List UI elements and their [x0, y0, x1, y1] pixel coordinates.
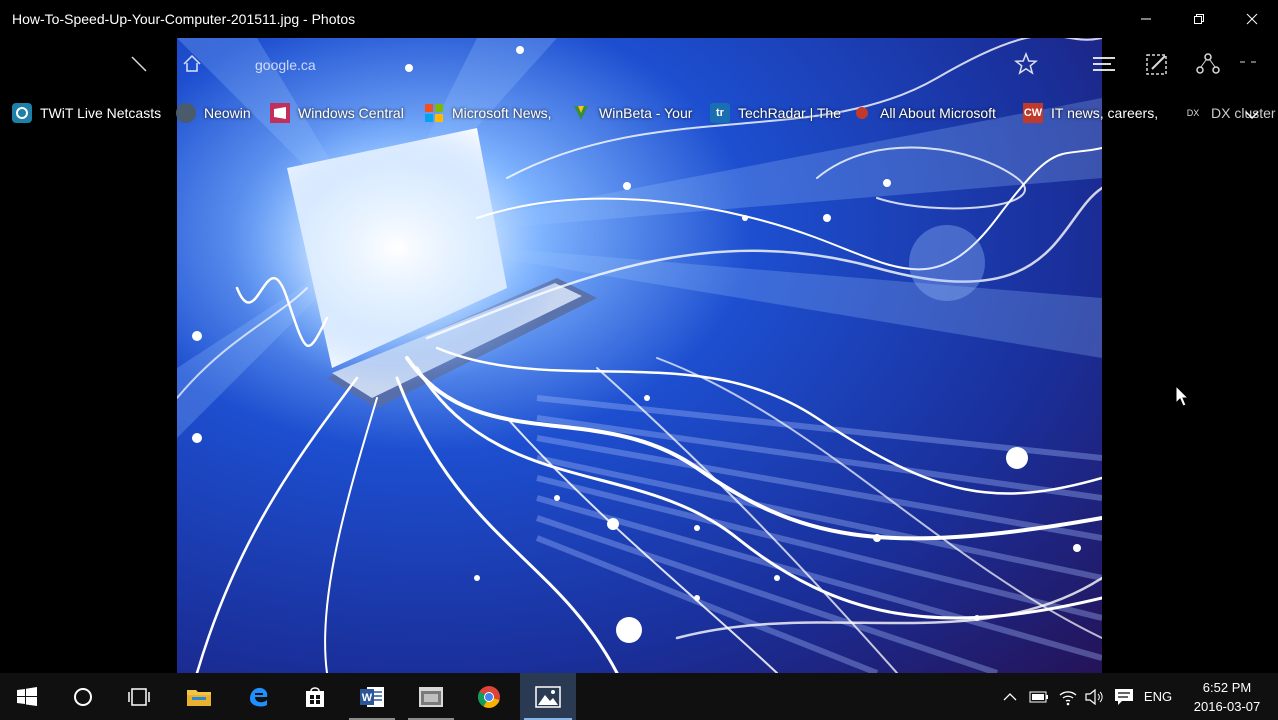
network-button[interactable] [1055, 673, 1081, 720]
chevron-down-icon [1245, 111, 1259, 120]
laptop-network-image [177, 38, 1102, 673]
task-view-button[interactable] [112, 673, 166, 720]
twit-icon [12, 103, 32, 123]
favorite-techradar[interactable]: tr TechRadar | The [710, 98, 841, 128]
word-button[interactable]: W [345, 673, 399, 720]
favorites-overflow-button[interactable] [1244, 100, 1260, 130]
favorite-label: TechRadar | The [738, 105, 841, 121]
favorite-label: IT news, careers, [1051, 105, 1159, 121]
battery-button[interactable] [1026, 673, 1052, 720]
favorite-all-about-microsoft[interactable]: All About Microsoft [852, 98, 996, 128]
photos-button[interactable] [520, 673, 576, 720]
show-hidden-icons-button[interactable] [998, 673, 1022, 720]
taskbar: W ENG 6:52 PM 2016-03-07 [0, 673, 1278, 720]
clock-time: 6:52 PM [1202, 679, 1252, 695]
more-icon[interactable] [1238, 55, 1258, 69]
file-explorer-button[interactable] [172, 673, 226, 720]
favorite-windows-central[interactable]: Windows Central [270, 98, 404, 128]
techradar-icon: tr [710, 103, 730, 123]
cortana-icon [74, 687, 92, 706]
chevron-up-icon [1003, 692, 1017, 700]
action-center-button[interactable] [1110, 673, 1138, 720]
edge-button[interactable] [231, 673, 285, 720]
word-icon: W [360, 686, 384, 707]
favorite-microsoft-news[interactable]: Microsoft News, [424, 98, 552, 128]
store-icon [306, 686, 324, 707]
favorite-label: All About Microsoft [880, 105, 996, 121]
computerworld-icon: CW [1023, 103, 1043, 123]
hub-icon[interactable] [1090, 51, 1118, 77]
windows-logo-icon [17, 686, 37, 706]
favorite-label: Neowin [204, 105, 251, 121]
all-about-microsoft-icon [852, 103, 872, 123]
close-button[interactable] [1226, 0, 1278, 38]
chrome-icon [478, 685, 500, 708]
photo-canvas[interactable] [177, 38, 1102, 673]
favorite-label: TWiT Live Netcasts [40, 105, 162, 121]
clock-date: 2016-03-07 [1193, 698, 1261, 714]
chrome-button[interactable] [462, 673, 516, 720]
language-indicator: ENG [1143, 689, 1173, 704]
app-window-icon [419, 686, 443, 707]
windows-central-icon [270, 103, 290, 123]
restore-icon [1194, 14, 1204, 24]
input-language-button[interactable]: ENG [1140, 673, 1176, 720]
favorite-label: WinBeta - Your [599, 105, 693, 121]
folder-icon [187, 689, 211, 706]
microsoft-news-icon [424, 103, 444, 123]
home-icon[interactable] [180, 51, 204, 75]
store-button[interactable] [288, 673, 342, 720]
web-note-icon[interactable] [1143, 50, 1171, 78]
winbeta-icon [571, 103, 591, 123]
edge-icon [250, 687, 268, 706]
dx-icon: DX [1186, 108, 1200, 118]
start-button[interactable] [0, 673, 54, 720]
snipping-app-button[interactable] [404, 673, 458, 720]
window-title: How-To-Speed-Up-Your-Computer-201511.jpg… [12, 11, 356, 27]
favorite-label: Windows Central [298, 105, 404, 121]
neowin-icon [176, 103, 196, 123]
address-bar-text[interactable]: google.ca [255, 57, 316, 73]
favorite-dx-cluster[interactable]: DX DX cluster [1183, 98, 1276, 128]
back-icon[interactable] [128, 53, 150, 75]
photos-icon [535, 685, 561, 708]
svg-text:W: W [362, 692, 373, 704]
volume-button[interactable] [1082, 673, 1108, 720]
speaker-icon [1085, 688, 1103, 705]
minimize-button[interactable] [1120, 0, 1172, 38]
favorite-star-icon[interactable] [1013, 51, 1039, 77]
favorites-bar: TWiT Live Netcasts Neowin Windows Centra… [0, 98, 1278, 128]
favorite-label: Microsoft News, [452, 105, 552, 121]
notification-icon [1115, 688, 1133, 705]
maximize-button[interactable] [1173, 0, 1225, 38]
favorite-twit[interactable]: TWiT Live Netcasts [12, 98, 161, 128]
battery-icon [1029, 691, 1048, 702]
cortana-button[interactable] [56, 673, 110, 720]
task-view-icon [128, 687, 150, 706]
share-icon[interactable] [1194, 50, 1222, 78]
clock-button[interactable]: 6:52 PM 2016-03-07 [1186, 673, 1268, 720]
mouse-cursor-icon [1175, 384, 1190, 412]
favorite-winbeta[interactable]: WinBeta - Your [571, 98, 692, 128]
minimize-icon [1141, 18, 1151, 20]
browser-toolbar-ghost [0, 45, 1278, 85]
close-icon [1246, 13, 1258, 25]
wifi-icon [1059, 690, 1077, 705]
favorite-neowin[interactable]: Neowin [176, 98, 251, 128]
title-bar: How-To-Speed-Up-Your-Computer-201511.jpg… [0, 0, 1278, 38]
favorite-computerworld[interactable]: CW IT news, careers, [1023, 98, 1158, 128]
